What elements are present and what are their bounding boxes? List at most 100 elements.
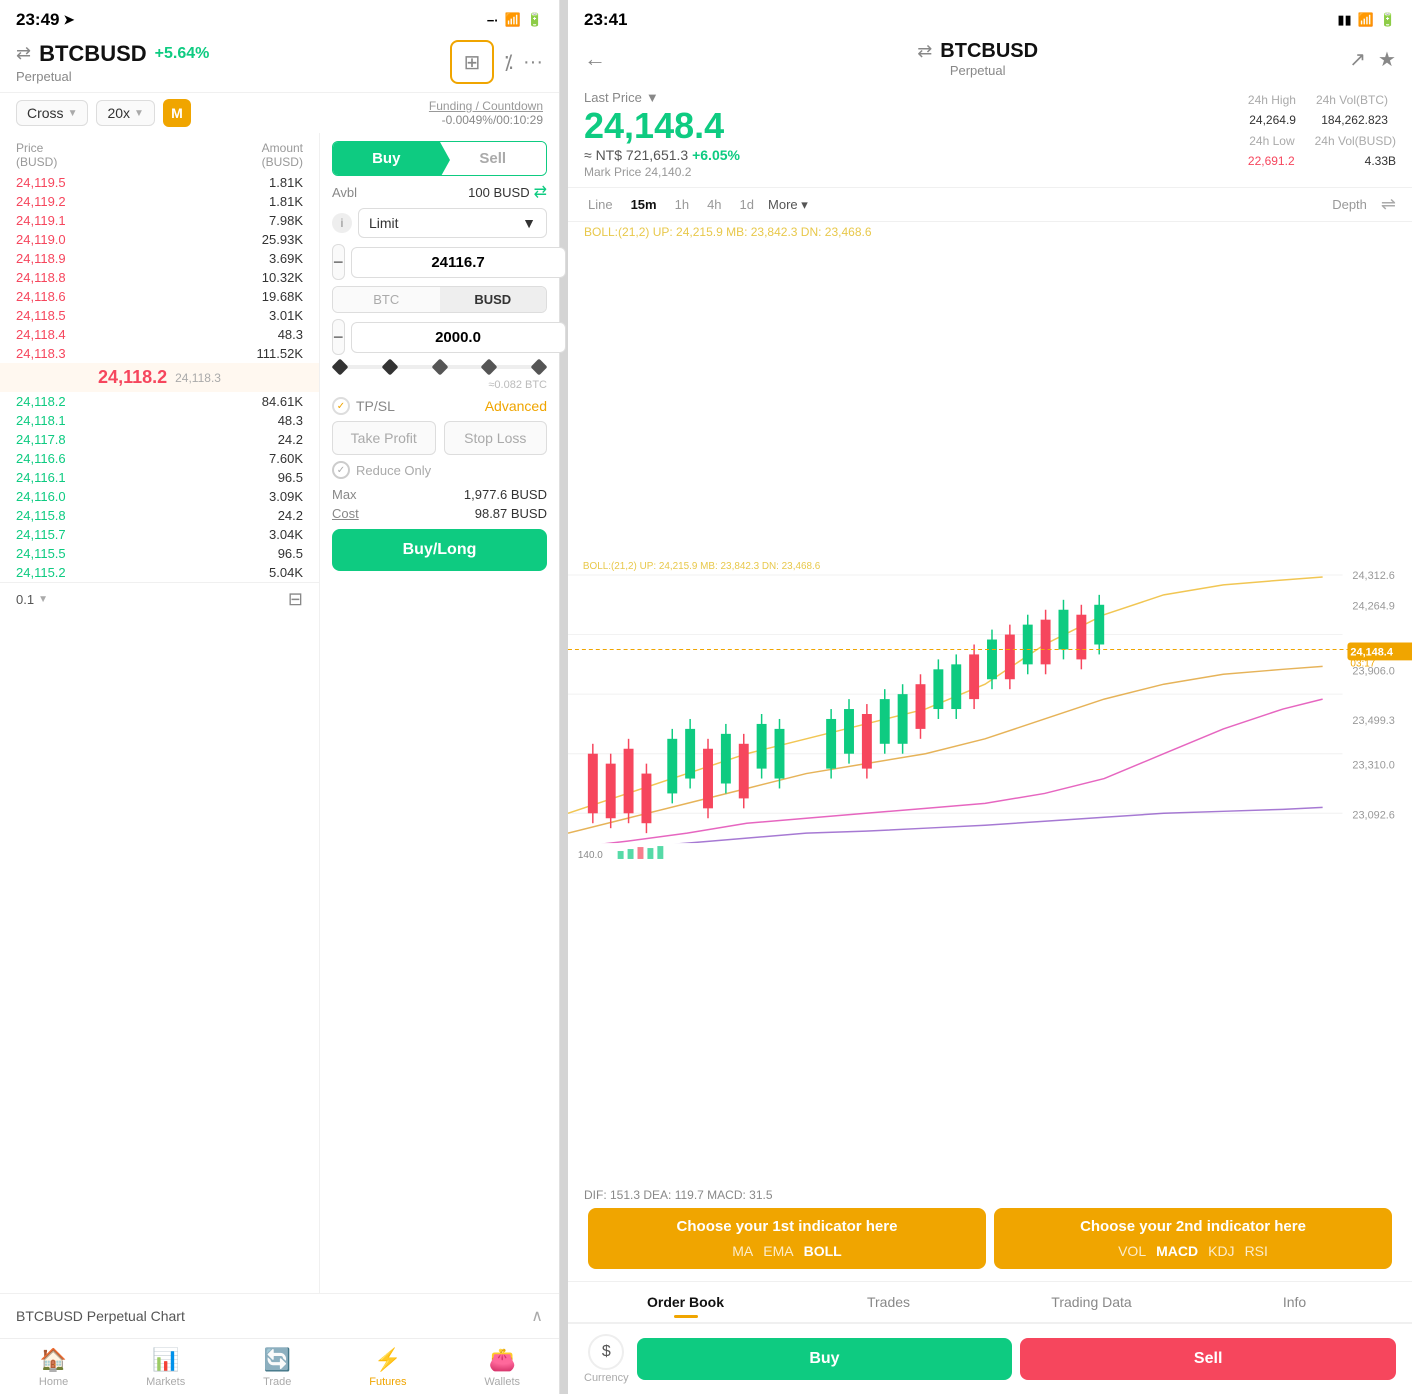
ob-buy-row[interactable]: 24,115.25.04K [0, 563, 319, 582]
ind-macd[interactable]: MACD [1156, 1243, 1198, 1259]
tpsl-checkbox[interactable]: ✓ [332, 397, 350, 415]
order-book: Price(BUSD) Amount(BUSD) 24,119.51.81K 2… [0, 133, 319, 1293]
right-sell-button[interactable]: Sell [1020, 1338, 1396, 1380]
transfer-icon[interactable]: ⇄ [534, 182, 547, 202]
ob-sell-row[interactable]: 24,118.448.3 [0, 325, 319, 344]
ob-buy-row[interactable]: 24,115.824.2 [0, 506, 319, 525]
ob-buy-row[interactable]: 24,117.824.2 [0, 430, 319, 449]
ob-sell-row[interactable]: 24,119.17.98K [0, 211, 319, 230]
buy-rows: 24,118.284.61K 24,118.148.3 24,117.824.2… [0, 392, 319, 582]
ind-ma[interactable]: MA [732, 1243, 753, 1259]
bottom-chart-bar[interactable]: BTCBUSD Perpetual Chart ∧ [0, 1293, 559, 1338]
ob-sell-row[interactable]: 24,118.810.32K [0, 268, 319, 287]
busd-tab[interactable]: BUSD [440, 287, 547, 312]
btc-tab[interactable]: BTC [333, 287, 440, 312]
ob-buy-row[interactable]: 24,115.596.5 [0, 544, 319, 563]
amount-input[interactable] [351, 322, 566, 353]
cross-selector[interactable]: Cross ▼ [16, 100, 88, 126]
controls-row: Cross ▼ 20x ▼ M Funding / Countdown -0.0… [0, 92, 559, 133]
chart-area[interactable]: 24,312.6 24,264.9 23,906.0 23,499.3 23,3… [568, 242, 1412, 1186]
tab-1d[interactable]: 1d [736, 195, 758, 214]
svg-text:03:17: 03:17 [1350, 658, 1375, 669]
take-profit-btn[interactable]: Take Profit [332, 421, 436, 455]
ind-rsi[interactable]: RSI [1245, 1243, 1268, 1259]
nav-wallets[interactable]: 👛 Wallets [484, 1347, 520, 1388]
currency-icon[interactable]: $ [588, 1334, 624, 1370]
back-button[interactable]: ← [584, 46, 606, 72]
tab-depth[interactable]: Depth [1328, 195, 1371, 214]
tab-line[interactable]: Line [584, 195, 617, 214]
first-indicator-box[interactable]: Choose your 1st indicator here MA EMA BO… [588, 1208, 986, 1269]
order-type-select[interactable]: Limit ▼ [358, 208, 547, 238]
right-type: Perpetual [950, 63, 1006, 78]
star-icon[interactable]: ★ [1378, 47, 1396, 72]
left-type: Perpetual [16, 69, 209, 84]
amount-header: Amount(BUSD) [262, 141, 303, 169]
tab-trading-data[interactable]: Trading Data [990, 1286, 1193, 1318]
tab-order-book[interactable]: Order Book [584, 1286, 787, 1318]
price-minus-btn[interactable]: − [332, 244, 345, 280]
more-icon[interactable]: ··· [523, 51, 543, 74]
high-label: 24h High [1248, 90, 1296, 110]
buy-tab[interactable]: Buy [333, 142, 440, 175]
info-icon[interactable]: i [332, 213, 352, 233]
ob-buy-row[interactable]: 24,116.67.60K [0, 449, 319, 468]
ob-current-sub: 24,118.3 [175, 371, 221, 385]
svg-text:24,312.6: 24,312.6 [1352, 570, 1394, 582]
ind-boll[interactable]: BOLL [804, 1243, 842, 1259]
ob-sell-row[interactable]: 24,119.21.81K [0, 192, 319, 211]
ob-buy-row[interactable]: 24,116.196.5 [0, 468, 319, 487]
ind-ema[interactable]: EMA [763, 1243, 793, 1259]
chart-settings-icon[interactable]: ⇌ [1381, 194, 1396, 215]
nav-futures[interactable]: ⚡ Futures [369, 1347, 406, 1388]
svg-text:140.0: 140.0 [578, 850, 603, 861]
sell-tab[interactable]: Sell [440, 142, 547, 175]
tab-4h[interactable]: 4h [703, 195, 725, 214]
percent-icon[interactable]: ⁒ [504, 50, 513, 75]
buy-long-button[interactable]: Buy/Long [332, 529, 547, 571]
indicator-section: Choose your 1st indicator here MA EMA BO… [568, 1204, 1412, 1281]
stop-loss-btn[interactable]: Stop Loss [444, 421, 548, 455]
nav-home[interactable]: 🏠 Home [39, 1347, 68, 1388]
approx-btc: ≈0.082 BTC [332, 379, 547, 391]
vol-btc-label: 24h Vol(BTC) [1316, 90, 1388, 110]
grid-icon[interactable]: ⊟ [288, 589, 303, 610]
ob-sell-row[interactable]: 24,119.51.81K [0, 173, 319, 192]
tab-trades[interactable]: Trades [787, 1286, 990, 1318]
right-buy-button[interactable]: Buy [637, 1338, 1013, 1380]
tab-1h[interactable]: 1h [671, 195, 693, 214]
nav-markets[interactable]: 📊 Markets [146, 1347, 185, 1388]
ob-buy-row[interactable]: 24,116.03.09K [0, 487, 319, 506]
ob-sell-row[interactable]: 24,118.93.69K [0, 249, 319, 268]
ob-sell-row[interactable]: 24,118.3111.52K [0, 344, 319, 363]
left-change: +5.64% [155, 45, 210, 63]
wifi-icon: 📶 [505, 12, 521, 28]
ob-sell-row[interactable]: 24,119.025.93K [0, 230, 319, 249]
tick-arrow[interactable]: ▼ [38, 594, 48, 605]
ind-kdj[interactable]: KDJ [1208, 1243, 1234, 1259]
ob-buy-row[interactable]: 24,115.73.04K [0, 525, 319, 544]
ob-sell-row[interactable]: 24,118.619.68K [0, 287, 319, 306]
second-indicator-box[interactable]: Choose your 2nd indicator here VOL MACD … [994, 1208, 1392, 1269]
ob-buy-row[interactable]: 24,118.148.3 [0, 411, 319, 430]
nav-trade[interactable]: 🔄 Trade [263, 1347, 291, 1388]
leverage-selector[interactable]: 20x ▼ [96, 100, 154, 126]
price-input[interactable] [351, 247, 566, 278]
amount-minus-btn[interactable]: − [332, 319, 345, 355]
reduce-only-checkbox[interactable]: ✓ [332, 461, 350, 479]
tab-15m[interactable]: 15m [627, 195, 661, 214]
r-title-area: ⇄ BTCBUSD [917, 40, 1038, 63]
tab-more[interactable]: More ▾ [768, 197, 808, 213]
ind-vol[interactable]: VOL [1118, 1243, 1146, 1259]
m-badge[interactable]: M [163, 99, 191, 127]
chart-settings-icon[interactable]: ⊞ [450, 40, 494, 84]
ob-sell-row[interactable]: 24,118.53.01K [0, 306, 319, 325]
ob-buy-row[interactable]: 24,118.284.61K [0, 392, 319, 411]
tab-info[interactable]: Info [1193, 1286, 1396, 1318]
tick-size: 0.1 [16, 592, 34, 607]
advanced-link[interactable]: Advanced [485, 398, 547, 414]
amount-slider[interactable] [332, 365, 547, 369]
share-icon[interactable]: ↗ [1349, 47, 1366, 72]
right-time: 23:41 [584, 10, 627, 30]
funding-link[interactable]: Funding / Countdown [429, 99, 543, 113]
